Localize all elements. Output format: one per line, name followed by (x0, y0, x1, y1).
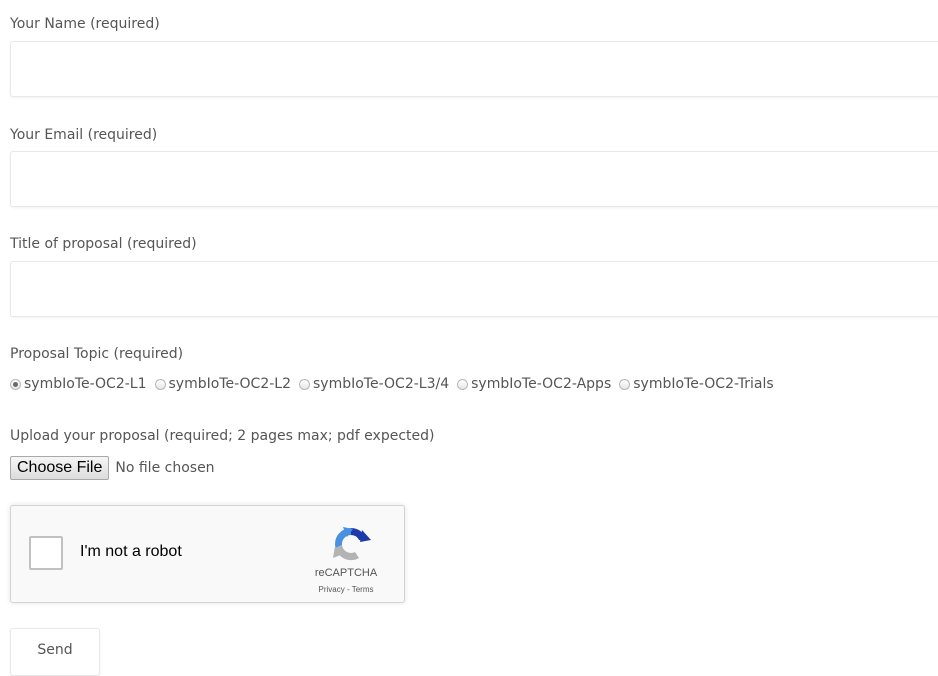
topic-option[interactable]: symbIoTe-OC2-Trials (619, 376, 774, 392)
radio-button[interactable] (154, 378, 166, 390)
topic-option-label: symbIoTe-OC2-L2 (168, 376, 292, 392)
topic-option[interactable]: symbIoTe-OC2-L1 (10, 376, 147, 392)
topic-option[interactable]: symbIoTe-OC2-Apps (457, 376, 611, 392)
choose-file-button[interactable]: Choose File (10, 456, 110, 480)
topic-option[interactable]: symbIoTe-OC2-L3/4 (299, 376, 449, 392)
recaptcha-links: Privacy - Terms (301, 585, 391, 594)
recaptcha-logo-icon (333, 527, 371, 561)
topic-option-label: symbIoTe-OC2-L3/4 (313, 376, 450, 392)
recaptcha-privacy-link[interactable]: Privacy (319, 585, 345, 594)
radio-button[interactable] (619, 378, 631, 390)
upload-label: Upload your proposal (required; 2 pages … (10, 428, 435, 444)
recaptcha-widget: I'm not a robot reCAPTCHA Privacy - Term… (10, 505, 405, 603)
radio-button[interactable] (299, 378, 310, 390)
topic-option-label: symbIoTe-OC2-Trials (633, 376, 774, 392)
recaptcha-brand: reCAPTCHA (314, 567, 378, 579)
topic-radio-group: symbIoTe-OC2-L1 symbIoTe-OC2-L2 symbIoTe… (10, 374, 782, 394)
radio-button[interactable] (457, 378, 469, 390)
topic-option-label: symbIoTe-OC2-L1 (24, 376, 147, 392)
recaptcha-checkbox-label: I'm not a robot (80, 543, 182, 560)
topic-label: Proposal Topic (required) (10, 346, 184, 362)
recaptcha-terms-link[interactable]: Terms (352, 585, 374, 594)
recaptcha-checkbox[interactable] (29, 536, 63, 570)
name-input[interactable] (10, 41, 938, 97)
topic-option-label: symbIoTe-OC2-Apps (471, 376, 612, 392)
file-upload: Choose File No file chosen (10, 456, 215, 480)
title-label: Title of proposal (required) (10, 236, 197, 252)
email-label: Your Email (required) (10, 127, 158, 143)
recaptcha-link-separator: - (344, 585, 352, 594)
topic-option[interactable]: symbIoTe-OC2-L2 (154, 376, 292, 392)
file-status: No file chosen (115, 460, 215, 476)
title-input[interactable] (10, 261, 938, 317)
email-input[interactable] (10, 151, 938, 207)
name-label: Your Name (required) (10, 16, 160, 32)
radio-button-checked[interactable] (10, 378, 21, 390)
